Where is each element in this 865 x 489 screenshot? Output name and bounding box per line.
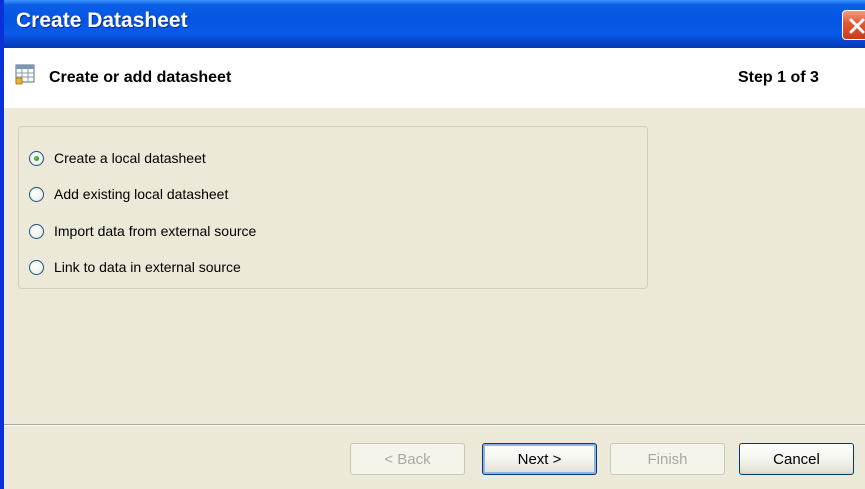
finish-button[interactable]: Finish <box>610 443 725 475</box>
option-create-local[interactable]: Create a local datasheet <box>29 147 206 169</box>
window-title: Create Datasheet <box>16 9 188 32</box>
option-label: Create a local datasheet <box>54 150 206 166</box>
option-add-existing[interactable]: Add existing local datasheet <box>29 183 228 205</box>
step-indicator: Step 1 of 3 <box>738 69 819 86</box>
wizard-footer: < Back Next > Finish Cancel <box>4 426 865 489</box>
wizard-content: Create a local datasheet Add existing lo… <box>4 108 865 426</box>
option-import-external[interactable]: Import data from external source <box>29 220 256 242</box>
title-bar[interactable]: Create Datasheet <box>4 0 865 48</box>
radio-button[interactable] <box>29 186 44 202</box>
option-label: Add existing local datasheet <box>54 186 229 202</box>
back-button[interactable]: < Back <box>350 443 465 475</box>
datasheet-options-group: Create a local datasheet Add existing lo… <box>18 126 648 289</box>
radio-button[interactable] <box>29 223 44 239</box>
close-button[interactable] <box>842 10 865 40</box>
radio-button[interactable] <box>29 150 44 166</box>
option-link-external[interactable]: Link to data in external source <box>29 256 241 278</box>
datasheet-icon <box>15 64 35 85</box>
wizard-title: Create or add datasheet <box>49 69 232 86</box>
option-label: Import data from external source <box>54 223 257 239</box>
cancel-button[interactable]: Cancel <box>739 443 854 475</box>
wizard-header: Create or add datasheet Step 1 of 3 <box>4 48 865 108</box>
create-datasheet-dialog: Create Datasheet Create or add datasheet… <box>0 0 865 489</box>
next-button[interactable]: Next > <box>482 443 597 475</box>
radio-button[interactable] <box>29 259 44 275</box>
close-icon <box>849 18 865 34</box>
option-label: Link to data in external source <box>54 259 241 275</box>
